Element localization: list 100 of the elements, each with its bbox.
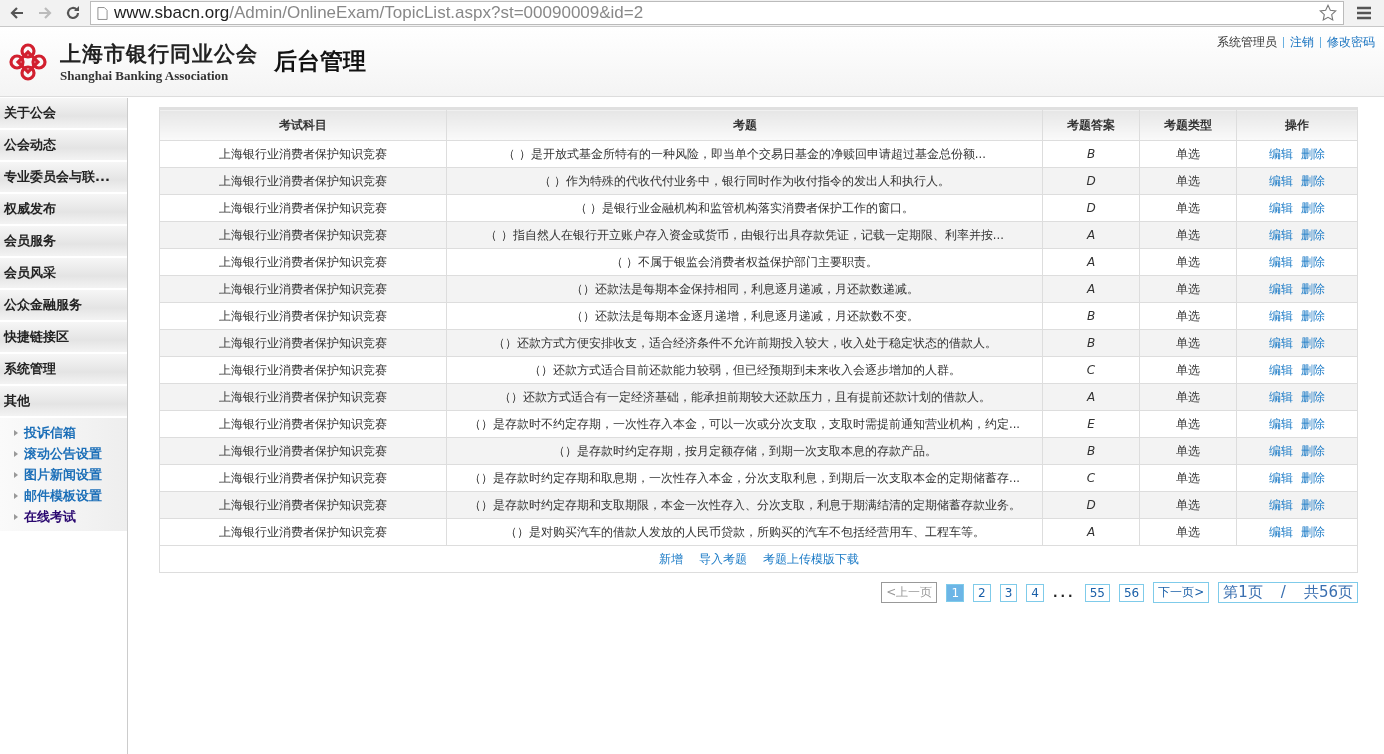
action-link[interactable]: 删除: [1301, 173, 1325, 188]
action-link[interactable]: 编辑: [1269, 443, 1293, 458]
action-link[interactable]: 删除: [1301, 146, 1325, 161]
action-link[interactable]: 删除: [1301, 227, 1325, 242]
sidebar-item[interactable]: 快捷链接区: [0, 322, 127, 354]
address-bar[interactable]: www.sbacn.org/Admin/OnlineExam/TopicList.aspx?st=00090009&id=2: [90, 1, 1344, 25]
table-cell: （ ）作为特殊的代收代付业务中，银行同时作为收付指令的发出人和执行人。: [446, 167, 1043, 195]
table-cell: A: [1042, 518, 1140, 546]
footer-link[interactable]: 新增: [658, 551, 683, 566]
page-number-button[interactable]: 56: [1118, 583, 1145, 602]
table-cell: 单选: [1139, 329, 1237, 357]
reload-icon[interactable]: [65, 5, 81, 21]
action-link[interactable]: 删除: [1301, 281, 1325, 296]
table-cell: 上海银行业消费者保护知识竞赛: [159, 275, 447, 303]
sidebar-item[interactable]: 会员服务: [0, 226, 127, 258]
sidebar-item[interactable]: 专业委员会与联...: [0, 162, 127, 194]
action-link[interactable]: 删除: [1301, 416, 1325, 431]
column-header: 操作: [1236, 108, 1358, 141]
table-cell: （）还款方式适合有一定经济基础，能承担前期较大还款压力，且有提前还款计划的借款人。: [446, 383, 1043, 411]
triangle-bullet-icon: [14, 429, 18, 436]
action-link[interactable]: 删除: [1301, 470, 1325, 485]
table-cell: 上海银行业消费者保护知识竞赛: [159, 491, 447, 519]
table-cell: B: [1042, 437, 1140, 465]
header-link[interactable]: 注销: [1290, 34, 1314, 51]
action-link[interactable]: 编辑: [1269, 281, 1293, 296]
submenu-link[interactable]: 投诉信箱: [24, 423, 76, 442]
table-cell: （）是存款时不约定存期，一次性存入本金，可以一次或分次支取，支取时需提前通知营业机构，约定...: [446, 410, 1043, 438]
table-cell: 单选: [1139, 383, 1237, 411]
table-cell: 单选: [1139, 248, 1237, 276]
action-link[interactable]: 编辑: [1269, 389, 1293, 404]
page-number-button[interactable]: 4: [1026, 583, 1044, 602]
menu-icon[interactable]: [1356, 6, 1372, 20]
submenu-link[interactable]: 在线考试: [24, 507, 76, 526]
submenu-link[interactable]: 邮件模板设置: [24, 486, 102, 505]
knot-logo-icon: [8, 41, 48, 82]
submenu-link[interactable]: 图片新闻设置: [24, 465, 102, 484]
action-link[interactable]: 编辑: [1269, 416, 1293, 431]
action-link[interactable]: 删除: [1301, 443, 1325, 458]
sidebar-item[interactable]: 其他: [0, 386, 127, 418]
table-cell: 上海银行业消费者保护知识竞赛: [159, 518, 447, 546]
table-cell: （）是存款时约定存期和取息期，一次性存入本金，分次支取利息，到期后一次支取本金的定期储蓄存...: [446, 464, 1043, 492]
table-cell: A: [1042, 248, 1140, 276]
action-link[interactable]: 删除: [1301, 308, 1325, 323]
footer-link[interactable]: 考题上传模版下载: [762, 551, 859, 566]
action-link[interactable]: 编辑: [1269, 173, 1293, 188]
column-header: 考题: [446, 108, 1043, 141]
submenu-link[interactable]: 滚动公告设置: [24, 444, 102, 463]
table-cell: 单选: [1139, 302, 1237, 330]
action-link[interactable]: 删除: [1301, 200, 1325, 215]
table-cell: 上海银行业消费者保护知识竞赛: [159, 383, 447, 411]
action-link[interactable]: 编辑: [1269, 146, 1293, 161]
sidebar-item[interactable]: 公会动态: [0, 130, 127, 162]
table-cell: （）还款方式方便安排收支，适合经济条件不允许前期投入较大，收入处于稳定状态的借款人。: [446, 329, 1043, 357]
action-link[interactable]: 编辑: [1269, 524, 1293, 539]
page-number-button[interactable]: 3: [999, 583, 1018, 602]
table-cell: A: [1042, 275, 1140, 303]
action-link[interactable]: 删除: [1301, 254, 1325, 269]
table-cell: D: [1042, 194, 1140, 222]
action-link[interactable]: 删除: [1301, 389, 1325, 404]
triangle-bullet-icon: [14, 450, 18, 457]
action-link[interactable]: 编辑: [1269, 335, 1293, 350]
page-title: 后台管理: [274, 47, 366, 76]
table-cell: 上海银行业消费者保护知识竞赛: [159, 248, 447, 276]
page-number-button[interactable]: 55: [1084, 583, 1110, 602]
action-link[interactable]: 编辑: [1269, 308, 1293, 323]
column-header: 考题类型: [1139, 108, 1237, 141]
action-link[interactable]: 删除: [1301, 362, 1325, 377]
table-cell: （ ）是开放式基金所特有的一种风险，即当单个交易日基金的净赎回申请超过基金总份额...: [446, 140, 1043, 168]
column-header: 考题答案: [1042, 108, 1140, 141]
table-cell: 单选: [1139, 356, 1237, 384]
action-link[interactable]: 编辑: [1269, 254, 1293, 269]
footer-link[interactable]: 导入考题: [698, 551, 747, 566]
action-link[interactable]: 删除: [1301, 497, 1325, 512]
action-link[interactable]: 删除: [1301, 335, 1325, 350]
table-cell: C: [1042, 464, 1140, 492]
action-link[interactable]: 编辑: [1269, 200, 1293, 215]
table-cell: （）还款法是每期本金逐月递增，利息逐月递减，月还款数不变。: [446, 302, 1043, 330]
action-link[interactable]: 编辑: [1269, 362, 1293, 377]
action-link[interactable]: 删除: [1301, 524, 1325, 539]
next-page-button[interactable]: 下一页>: [1153, 582, 1210, 603]
table-cell: 单选: [1139, 491, 1237, 519]
star-icon[interactable]: [1319, 4, 1337, 22]
sidebar-item[interactable]: 会员风采: [0, 258, 127, 290]
back-arrow-icon[interactable]: [9, 5, 25, 21]
action-link[interactable]: 编辑: [1269, 497, 1293, 512]
header-link[interactable]: 修改密码: [1327, 34, 1375, 51]
sidebar-item[interactable]: 权威发布: [0, 194, 127, 226]
sidebar-item[interactable]: 系统管理: [0, 354, 127, 386]
table-cell: 上海银行业消费者保护知识竞赛: [159, 140, 447, 168]
sidebar-item[interactable]: 关于公会: [0, 98, 127, 130]
page-number-button[interactable]: 2: [973, 583, 991, 602]
sidebar-item[interactable]: 公众金融服务: [0, 290, 127, 322]
table-cell: 上海银行业消费者保护知识竞赛: [159, 302, 447, 330]
table-cell: D: [1042, 167, 1140, 195]
table-cell: 单选: [1139, 437, 1237, 465]
action-link[interactable]: 编辑: [1269, 227, 1293, 242]
action-link[interactable]: 编辑: [1269, 470, 1293, 485]
table-cell: E: [1042, 410, 1140, 438]
table-cell: 上海银行业消费者保护知识竞赛: [159, 410, 447, 438]
table-cell: （）是存款时约定存期和支取期限，本金一次性存入、分次支取，利息于期满结清的定期储蓄存款业务。: [446, 491, 1043, 519]
